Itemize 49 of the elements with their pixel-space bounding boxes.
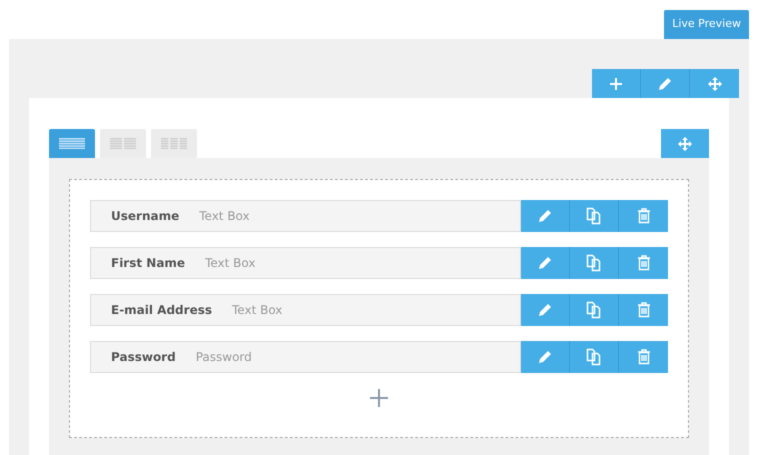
copy-icon [586, 301, 602, 319]
move-button[interactable] [661, 129, 709, 158]
field-label: Password [111, 349, 176, 366]
move-icon [706, 76, 722, 92]
add-field-icon[interactable] [370, 389, 388, 407]
add-button[interactable] [592, 69, 641, 98]
delete-button[interactable] [619, 341, 668, 373]
edit-button[interactable] [641, 69, 690, 98]
delete-button[interactable] [619, 200, 668, 232]
layout-tab[interactable] [49, 129, 95, 158]
duplicate-button[interactable] [570, 247, 619, 279]
copy-icon [586, 254, 602, 272]
copy-icon [586, 207, 602, 225]
move-button[interactable] [690, 69, 739, 98]
layout-icon [110, 138, 136, 149]
pencil-icon [537, 349, 553, 365]
pencil-icon [537, 302, 553, 318]
pencil-icon [537, 255, 553, 271]
trash-icon [636, 208, 650, 224]
field-type: Text Box [205, 255, 256, 272]
trash-icon [636, 302, 650, 318]
duplicate-button[interactable] [570, 294, 619, 326]
field-label: E-mail Address [111, 302, 212, 319]
duplicate-button[interactable] [570, 341, 619, 373]
move-icon [677, 136, 693, 152]
edit-button[interactable] [521, 294, 570, 326]
field-label: First Name [111, 255, 186, 272]
copy-icon [586, 348, 602, 366]
field-type: Text Box [232, 302, 282, 319]
delete-button[interactable] [619, 294, 668, 326]
field-label: Username [111, 208, 180, 225]
edit-button[interactable] [521, 341, 570, 373]
delete-button[interactable] [619, 247, 668, 279]
field-type: Text Box [199, 208, 250, 225]
duplicate-button[interactable] [570, 200, 619, 232]
field-row[interactable]: Username Text Box [90, 200, 521, 232]
field-row[interactable]: E-mail Address Text Box [90, 294, 521, 326]
edit-button[interactable] [521, 200, 570, 232]
field-row[interactable]: First Name Text Box [90, 247, 521, 279]
field-type: Password [196, 349, 252, 366]
pencil-icon [657, 76, 673, 92]
layout-icon [161, 138, 187, 149]
field-row[interactable]: Password Password [90, 341, 521, 373]
trash-icon [636, 255, 650, 271]
layout-icon [59, 138, 85, 149]
edit-button[interactable] [521, 247, 570, 279]
pencil-icon [537, 208, 553, 224]
trash-icon [636, 349, 650, 365]
plus-icon [609, 76, 623, 90]
